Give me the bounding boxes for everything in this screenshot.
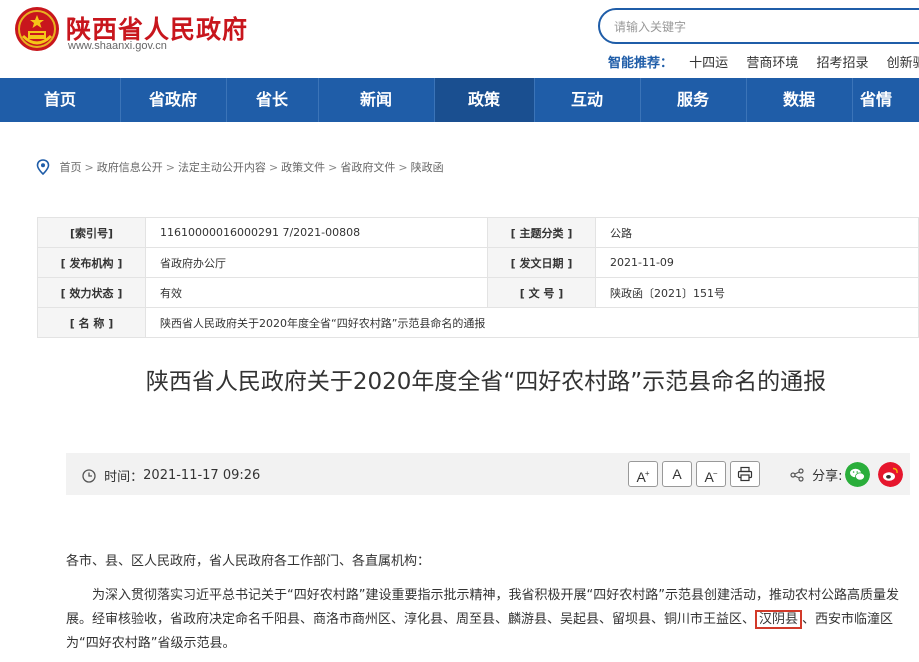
smart-rec-keyword[interactable]: 创新驱动 [887,56,919,71]
name-value: 陕西省人民政府关于2020年度全省“四好农村路”示范县命名的通报 [145,307,919,338]
breadcrumb-separator: > [165,160,175,174]
topic-label: [ 主题分类 ] [487,217,596,248]
plus-icon: + [644,469,650,478]
index-number-value: 11610000016000291 7/2021-00808 [145,217,488,248]
table-row: [ 名 称 ] 陕西省人民政府关于2020年度全省“四好农村路”示范县命名的通报 [37,307,919,338]
nav-item-interaction[interactable]: 互动 [534,78,640,122]
nav-divider [120,78,121,122]
document-number-value: 陕政函〔2021〕151号 [595,277,919,308]
publish-time: 时间：2021-11-17 09:26 [82,466,260,485]
national-emblem-icon[interactable] [14,6,60,52]
breadcrumb-item-current[interactable]: 陕政函 [411,161,444,174]
printer-icon [737,466,753,482]
article-info-bar: 时间：2021-11-17 09:26 A+ A A− 分享: [66,453,910,495]
share-section: 分享: [790,465,843,484]
nav-item-data[interactable]: 数据 [746,78,852,122]
article-title: 陕西省人民政府关于2020年度全省“四好农村路”示范县命名的通报 [145,369,827,395]
nav-item-province-info[interactable]: 省情 [860,78,919,122]
breadcrumb-item[interactable]: 法定主动公开内容 [178,161,266,174]
smart-rec-keyword[interactable]: 招考招录 [816,56,868,71]
breadcrumb-item-home[interactable]: 首页 [60,161,82,174]
main-nav: 首页 省政府 省长 新闻 政策 互动 服务 数据 省情 [0,78,919,122]
highlighted-county: 汉阴县 [755,610,803,629]
breadcrumb-separator: > [268,160,279,174]
nav-divider [852,78,853,122]
document-number-label: [ 文 号 ] [487,277,596,308]
search-box [598,8,919,44]
breadcrumb-item[interactable]: 省政府文件 [340,161,395,174]
table-row: [ 效力状态 ] 有效 [ 文 号 ] 陕政函〔2021〕151号 [37,277,919,308]
breadcrumb-separator: > [328,160,338,174]
article-body: 各市、县、区人民政府，省人民政府各工作部门、各直属机构： 为深入贯彻落实习近平总… [66,550,910,656]
issue-date-value: 2021-11-09 [595,247,919,278]
font-decrease-button[interactable]: A− [696,461,726,487]
publish-time-value: 2021-11-17 09:26 [143,468,261,483]
font-increase-button[interactable]: A+ [628,461,658,487]
breadcrumb: 首页 > 政府信息公开 > 法定主动公开内容 > 政策文件 > 省政府文件 > 陕政函 [36,159,444,175]
print-button[interactable] [730,461,760,487]
issuer-label: [ 发布机构 ] [37,247,146,278]
breadcrumb-separator: > [398,160,408,174]
nav-divider [534,78,535,122]
wechat-share-icon[interactable] [845,462,870,487]
nav-item-provincial-government[interactable]: 省政府 [120,78,226,122]
document-meta-table: [索引号] 11610000016000291 7/2021-00808 [ 主… [37,217,919,338]
nav-divider [746,78,747,122]
nav-divider [434,78,435,122]
share-icon [790,467,804,482]
article-greeting: 各市、县、区人民政府，省人民政府各工作部门、各直属机构： [66,554,431,569]
share-label: 分享: [812,469,843,484]
nav-divider [640,78,641,122]
smart-recommendations: 智能推荐： 十四运 营商环境 招考招录 创新驱动 [608,52,919,71]
site-url: www.shaanxi.gov.cn [68,40,167,52]
nav-divider [318,78,319,122]
issue-date-label: [ 发文日期 ] [487,247,596,278]
search-input[interactable] [614,18,904,36]
font-normal-label: A [672,466,682,482]
font-normal-button[interactable]: A [662,461,692,487]
site-header: 陕西省人民政府 www.shaanxi.gov.cn 智能推荐： 十四运 营商环… [0,0,919,78]
smart-rec-keyword[interactable]: 十四运 [689,56,728,71]
nav-item-home[interactable]: 首页 [0,78,120,122]
nav-item-policy[interactable]: 政策 [434,78,534,122]
index-number-label: [索引号] [37,217,146,248]
breadcrumb-item[interactable]: 政策文件 [281,161,325,174]
issuer-value: 省政府办公厅 [145,247,488,278]
clock-icon [82,468,96,483]
breadcrumb-separator: > [84,160,94,174]
table-row: [索引号] 11610000016000291 7/2021-00808 [ 主… [37,217,919,248]
topic-value: 公路 [595,217,919,248]
article-paragraph: 为深入贯彻落实习近平总书记关于“四好农村路”建设重要指示批示精神，我省积极开展“… [66,584,910,656]
minus-icon: − [712,469,718,478]
location-pin-icon [36,159,50,175]
table-row: [ 发布机构 ] 省政府办公厅 [ 发文日期 ] 2021-11-09 [37,247,919,278]
nav-item-governor[interactable]: 省长 [226,78,318,122]
status-value: 有效 [145,277,488,308]
publish-time-label: 时间： [104,470,144,485]
name-label: [ 名 称 ] [37,307,146,338]
weibo-share-icon[interactable] [878,462,903,487]
smart-rec-label: 智能推荐： [608,56,674,71]
nav-item-services[interactable]: 服务 [640,78,746,122]
nav-item-news[interactable]: 新闻 [318,78,434,122]
breadcrumb-item[interactable]: 政府信息公开 [97,161,163,174]
status-label: [ 效力状态 ] [37,277,146,308]
smart-rec-keyword[interactable]: 营商环境 [746,56,798,71]
nav-divider [226,78,227,122]
